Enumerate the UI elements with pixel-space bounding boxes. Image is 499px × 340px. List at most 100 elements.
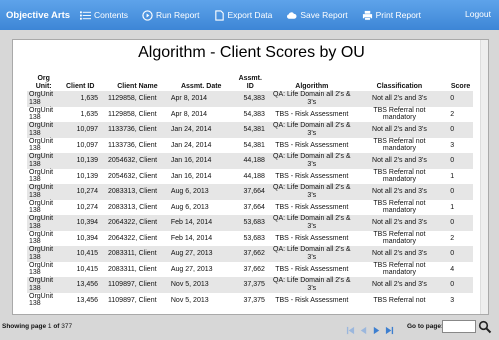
cell-algorithm: TBS - Risk Assessment xyxy=(275,172,349,180)
report-scrollbar[interactable] xyxy=(480,40,488,314)
cell-classification: Not all 2's and 3's xyxy=(356,277,443,293)
next-page-icon[interactable] xyxy=(372,322,381,335)
report-table: Org Unit: Client ID Client Name Assmt. D… xyxy=(27,69,473,308)
table-row: OrgUnit 138 10,139 2054632, Client Jan 16, … xyxy=(27,153,473,169)
goto-page-input[interactable] xyxy=(442,320,476,333)
nav-export-data-label: Export Data xyxy=(227,10,273,20)
cell-algorithm: TBS - Risk Assessment xyxy=(275,110,349,118)
cell-assmt-date: Aug 27, 2013 xyxy=(170,265,213,273)
cell-client-name: 2083311, Client xyxy=(108,265,157,273)
cell-assmt-date: Apr 8, 2014 xyxy=(168,91,234,107)
cell-algorithm: TBS - Risk Assessment xyxy=(275,265,349,273)
cell-classification: Not all 2's and 3's xyxy=(356,246,443,262)
cell-assmt-id: 37,664 xyxy=(233,184,267,200)
cell-client-name: 1109897, Client xyxy=(100,277,169,293)
cell-client-name: 2083311, Client xyxy=(100,246,169,262)
app-brand[interactable]: Objective Arts xyxy=(0,10,80,21)
cell-assmt-id: 37,375 xyxy=(233,277,267,293)
cell-score: 0 xyxy=(442,246,473,262)
cell-client-name: 2083313, Client xyxy=(108,203,158,211)
cell-client-id: 10,274 xyxy=(76,203,99,211)
cell-client-id: 13,456 xyxy=(60,277,101,293)
cell-client-name: 1109897, Client xyxy=(108,296,157,304)
cell-classification: TBS Referral not mandatory xyxy=(373,230,426,246)
cell-client-name: 2054632, Client xyxy=(108,172,158,180)
col-header-assmt-date: Assmt. Date xyxy=(180,83,222,90)
table-header-row: Org Unit: Client ID Client Name Assmt. D… xyxy=(27,69,473,91)
col-header-assmt-id: Assmt. ID xyxy=(238,75,262,90)
logout-link[interactable]: Logout xyxy=(465,9,491,19)
cell-classification: TBS Referral not xyxy=(373,296,426,304)
cell-org-unit: OrgUnit 138 xyxy=(27,122,61,138)
nav-print-report-button[interactable]: Print Report xyxy=(362,10,421,21)
cell-client-id: 10,415 xyxy=(60,246,101,262)
table-row: OrgUnit 138 10,097 1133736, Client Jan 24, … xyxy=(27,138,473,154)
cell-assmt-date: Apr 8, 2014 xyxy=(170,110,208,118)
cell-org-unit: OrgUnit 138 xyxy=(29,168,54,184)
nav-run-report-button[interactable]: Run Report xyxy=(142,9,200,21)
list-icon xyxy=(80,10,91,20)
cell-assmt-id: 54,381 xyxy=(243,141,265,149)
col-header-org-unit: Org Unit: xyxy=(35,75,52,90)
cell-algorithm: TBS - Risk Assessment xyxy=(275,234,349,242)
cell-assmt-id: 37,375 xyxy=(243,296,265,304)
nav-contents-button[interactable]: Contents xyxy=(80,10,128,21)
document-icon xyxy=(214,9,224,21)
cell-client-id: 10,139 xyxy=(60,153,101,169)
cell-client-id: 10,139 xyxy=(76,172,99,180)
cell-assmt-id: 54,381 xyxy=(233,122,267,138)
cell-org-unit: OrgUnit 138 xyxy=(27,246,61,262)
cell-algorithm: QA: Life Domain all 2's & 3's xyxy=(266,91,357,107)
cell-assmt-id: 44,188 xyxy=(233,153,267,169)
cell-client-id: 10,394 xyxy=(76,234,99,242)
cell-classification: Not all 2's and 3's xyxy=(356,184,443,200)
table-row: OrgUnit 138 10,394 2064322, Client Feb 14, … xyxy=(27,215,473,231)
cell-client-name: 2054632, Client xyxy=(100,153,169,169)
cell-org-unit: OrgUnit 138 xyxy=(27,184,61,200)
cell-algorithm: TBS - Risk Assessment xyxy=(275,141,349,149)
cell-assmt-date: Jan 24, 2014 xyxy=(168,122,234,138)
col-header-algorithm: Algorithm xyxy=(295,83,329,90)
cell-algorithm: TBS - Risk Assessment xyxy=(275,296,349,304)
cell-algorithm: QA: Life Domain all 2's & 3's xyxy=(266,246,357,262)
cell-assmt-id: 37,662 xyxy=(233,246,267,262)
col-header-client-name: Client Name xyxy=(117,83,158,90)
nav-export-data-button[interactable]: Export Data xyxy=(214,9,273,21)
prev-page-icon[interactable] xyxy=(359,322,368,335)
cell-classification: Not all 2's and 3's xyxy=(356,153,443,169)
cell-algorithm: QA: Life Domain all 2's & 3's xyxy=(266,215,357,231)
cell-assmt-date: Jan 16, 2014 xyxy=(168,153,234,169)
cell-assmt-date: Aug 6, 2013 xyxy=(168,184,234,200)
cell-client-name: 1133736, Client xyxy=(108,141,157,149)
cell-client-name: 2083313, Client xyxy=(100,184,169,200)
cell-org-unit: OrgUnit 138 xyxy=(29,106,54,122)
play-circle-icon xyxy=(142,9,153,21)
cell-score: 0 xyxy=(442,122,473,138)
cell-classification: Not all 2's and 3's xyxy=(356,122,443,138)
cell-score: 0 xyxy=(442,184,473,200)
search-icon[interactable] xyxy=(478,320,492,334)
cell-client-name: 1129858, Client xyxy=(100,91,169,107)
cell-assmt-date: Nov 5, 2013 xyxy=(170,296,209,304)
col-header-client-id: Client ID xyxy=(66,83,95,90)
cell-score: 4 xyxy=(450,265,455,273)
cell-algorithm: QA: Life Domain all 2's & 3's xyxy=(266,153,357,169)
nav-save-report-button[interactable]: Save Report xyxy=(286,10,348,21)
cell-assmt-id: 37,664 xyxy=(243,203,265,211)
col-header-classification: Classification xyxy=(376,83,423,90)
nav-save-report-label: Save Report xyxy=(300,10,348,20)
nav-contents-label: Contents xyxy=(94,10,129,20)
cell-score: 0 xyxy=(442,91,473,107)
cell-score: 0 xyxy=(442,153,473,169)
first-page-icon[interactable] xyxy=(346,322,355,335)
cell-assmt-date: Jan 24, 2014 xyxy=(170,141,212,149)
cell-score: 2 xyxy=(450,110,455,118)
pager-total-pages: 377 xyxy=(61,323,73,330)
nav-print-report-label: Print Report xyxy=(375,10,421,20)
col-header-score: Score xyxy=(450,83,471,90)
cell-assmt-date: Jan 16, 2014 xyxy=(170,172,212,180)
cell-classification: Not all 2's and 3's xyxy=(356,215,443,231)
cell-classification: TBS Referral not mandatory xyxy=(373,261,426,277)
last-page-icon[interactable] xyxy=(385,322,394,335)
cell-org-unit: OrgUnit 138 xyxy=(27,277,61,293)
